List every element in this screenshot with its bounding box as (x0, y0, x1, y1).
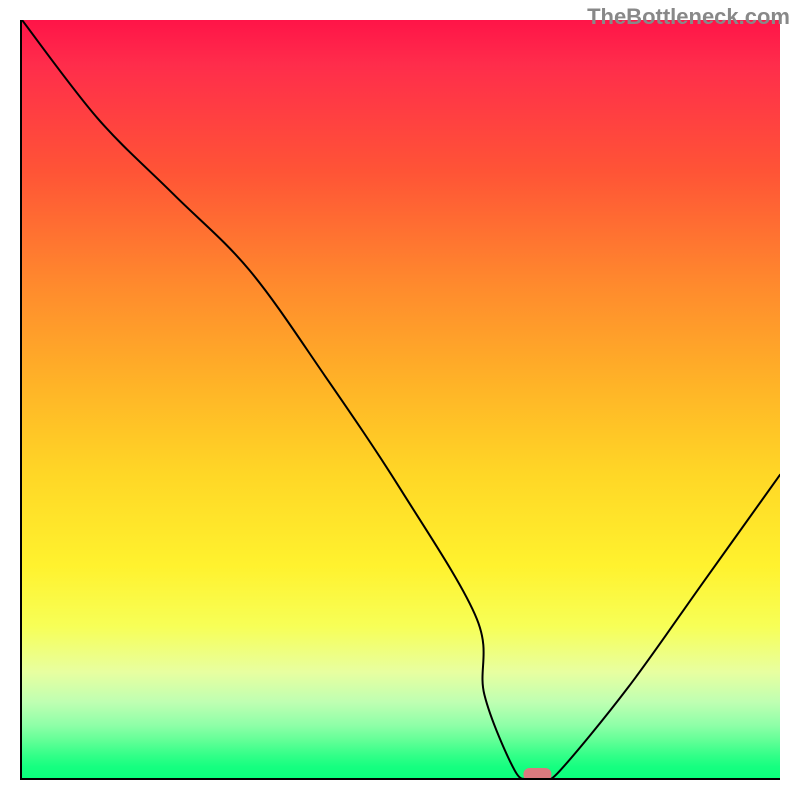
plot-area (20, 20, 780, 780)
chart-container: TheBottleneck.com (0, 0, 800, 800)
optimal-point-marker (523, 768, 551, 778)
bottleneck-curve-svg (22, 20, 780, 778)
watermark-text: TheBottleneck.com (587, 4, 790, 30)
bottleneck-curve (22, 20, 780, 778)
